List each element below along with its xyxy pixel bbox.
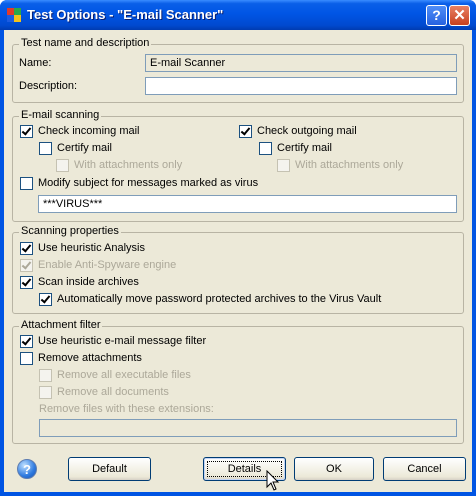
check-incoming-label[interactable]: Check incoming mail xyxy=(38,125,139,137)
attach-incoming-checkbox[interactable] xyxy=(56,159,69,172)
heuristic-filter-checkbox[interactable] xyxy=(20,335,33,348)
app-icon xyxy=(7,8,21,22)
heuristic-analysis-checkbox[interactable] xyxy=(20,242,33,255)
email-scanning-group-legend: E-mail scanning xyxy=(19,109,102,121)
default-button[interactable]: Default xyxy=(68,457,151,481)
scan-archives-checkbox[interactable] xyxy=(20,276,33,289)
certify-outgoing-label[interactable]: Certify mail xyxy=(277,142,332,154)
anti-spyware-checkbox[interactable] xyxy=(20,259,33,272)
mouse-cursor-icon xyxy=(266,470,280,491)
test-name-group-legend: Test name and description xyxy=(19,37,152,49)
modify-subject-label[interactable]: Modify subject for messages marked as vi… xyxy=(38,177,258,189)
remove-documents-label: Remove all documents xyxy=(57,386,169,398)
description-field[interactable] xyxy=(145,77,457,95)
help-icon: ? xyxy=(17,459,37,479)
certify-outgoing-checkbox[interactable] xyxy=(259,142,272,155)
remove-documents-checkbox[interactable] xyxy=(39,386,52,399)
certify-incoming-label[interactable]: Certify mail xyxy=(57,142,112,154)
description-label: Description: xyxy=(19,80,78,92)
remove-attachments-checkbox[interactable] xyxy=(20,352,33,365)
scan-archives-label[interactable]: Scan inside archives xyxy=(38,276,139,288)
name-field: E-mail Scanner xyxy=(145,54,457,72)
certify-incoming-checkbox[interactable] xyxy=(39,142,52,155)
check-outgoing-label[interactable]: Check outgoing mail xyxy=(257,125,357,137)
attach-incoming-label: With attachments only xyxy=(74,159,183,171)
close-button[interactable]: ✕ xyxy=(449,5,470,26)
check-incoming-checkbox[interactable] xyxy=(20,125,33,138)
anti-spyware-label: Enable Anti-Spyware engine xyxy=(38,259,177,271)
window-title: Test Options - "E-mail Scanner" xyxy=(27,7,224,22)
cancel-button[interactable]: Cancel xyxy=(383,457,466,481)
heuristic-filter-label[interactable]: Use heuristic e-mail message filter xyxy=(38,335,206,347)
dialog-window: Test Options - "E-mail Scanner" ? ✕ Test… xyxy=(0,0,476,496)
check-outgoing-checkbox[interactable] xyxy=(239,125,252,138)
attach-outgoing-checkbox[interactable] xyxy=(277,159,290,172)
dialog-client-area: Test name and description Name: E-mail S… xyxy=(4,30,472,492)
modify-subject-checkbox[interactable] xyxy=(20,177,33,190)
move-password-archives-label[interactable]: Automatically move password protected ar… xyxy=(57,293,381,305)
heuristic-analysis-label[interactable]: Use heuristic Analysis xyxy=(38,242,145,254)
name-label: Name: xyxy=(19,57,52,69)
help-button[interactable]: ? xyxy=(10,455,44,483)
remove-executables-checkbox[interactable] xyxy=(39,369,52,382)
attachment-filter-group-legend: Attachment filter xyxy=(19,319,103,331)
attach-outgoing-label: With attachments only xyxy=(295,159,404,171)
virus-subject-field[interactable]: ***VIRUS*** xyxy=(38,195,457,213)
title-bar[interactable]: Test Options - "E-mail Scanner" ? ✕ xyxy=(0,0,476,30)
remove-executables-label: Remove all executable files xyxy=(57,369,191,381)
extensions-label: Remove files with these extensions: xyxy=(39,403,214,415)
extensions-field[interactable] xyxy=(39,419,457,437)
scanning-properties-group-legend: Scanning properties xyxy=(19,225,121,237)
title-help-button[interactable]: ? xyxy=(426,5,447,26)
move-password-archives-checkbox[interactable] xyxy=(39,293,52,306)
ok-button[interactable]: OK xyxy=(294,457,374,481)
remove-attachments-label[interactable]: Remove attachments xyxy=(38,352,142,364)
